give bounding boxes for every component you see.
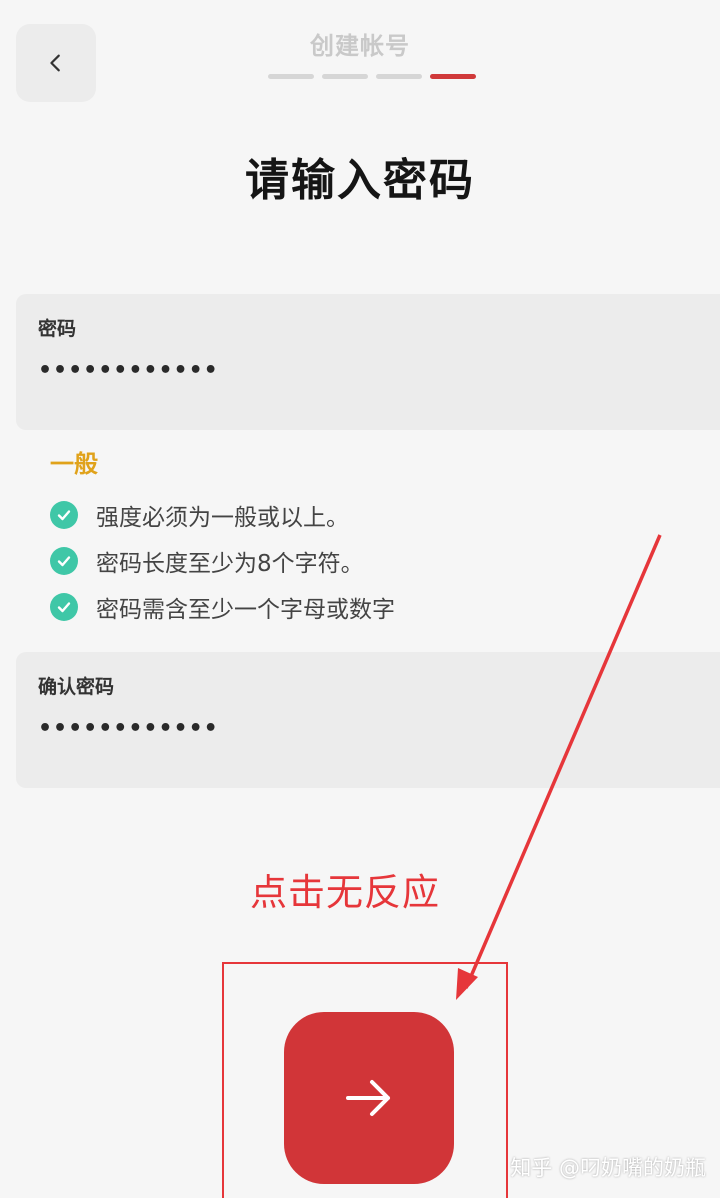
watermark: 知乎 @叼奶嘴的奶瓶 [510, 1156, 706, 1180]
create-account-screen: 创建帐号 请输入密码 密码 •••••••••••• 一般 强度必须为一般或以上… [0, 0, 720, 1198]
arrow-right-icon [346, 1080, 390, 1116]
next-button[interactable] [284, 1012, 454, 1184]
